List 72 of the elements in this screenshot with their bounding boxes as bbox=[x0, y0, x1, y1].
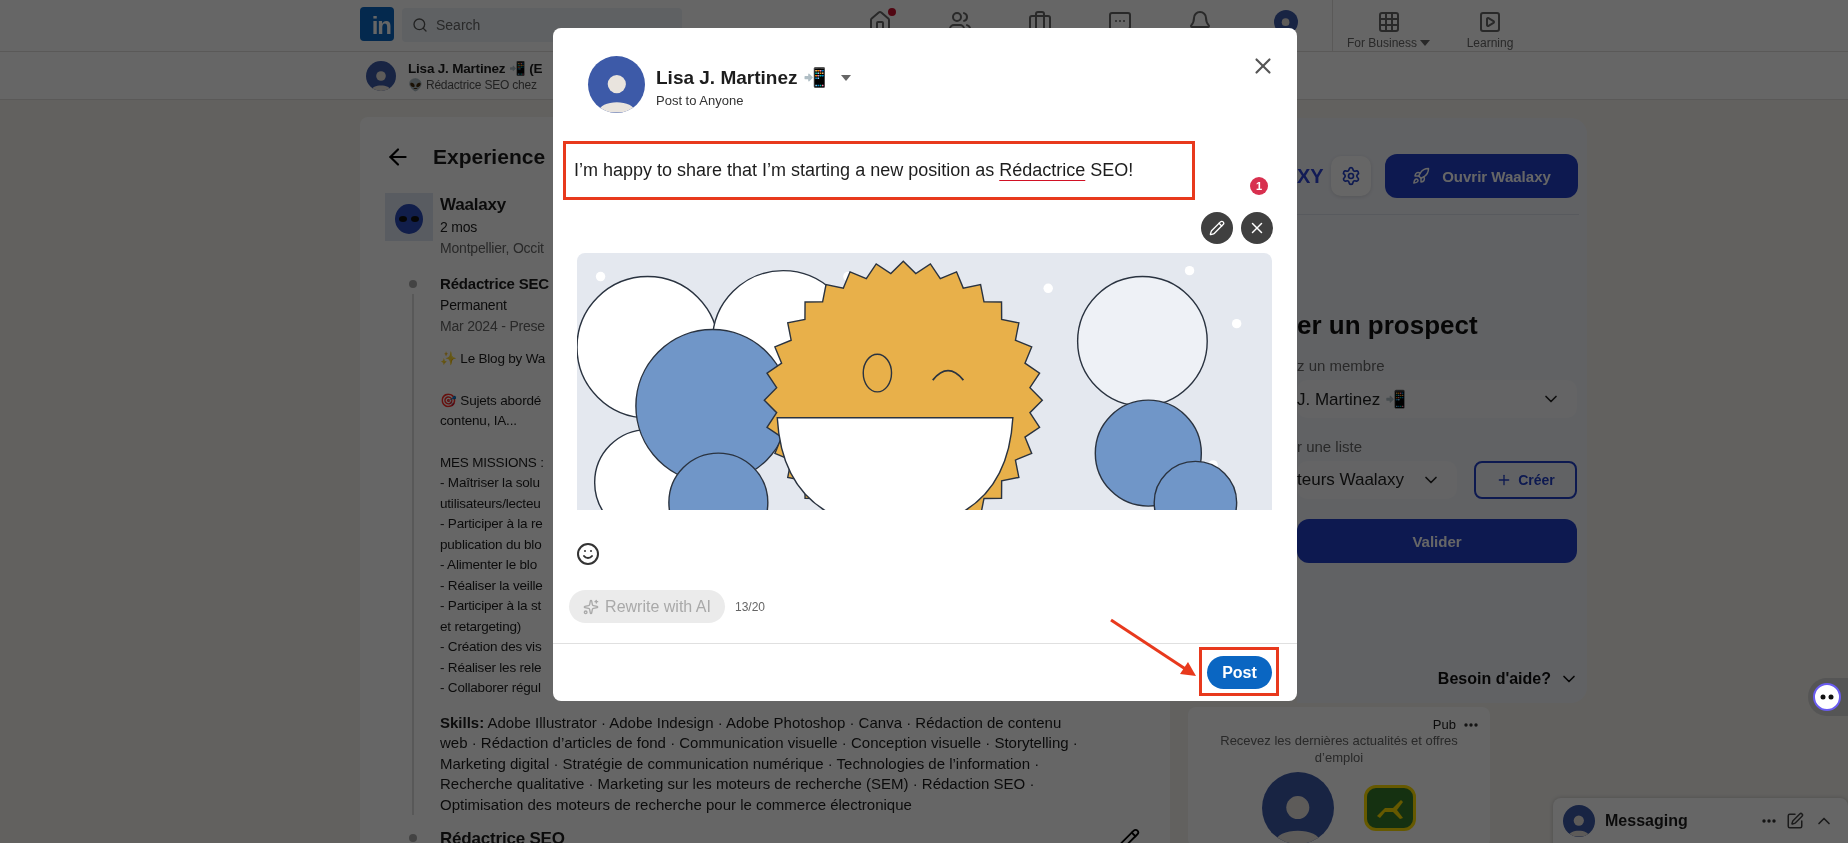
settings-icon bbox=[1341, 166, 1361, 186]
remove-image-button[interactable] bbox=[1241, 212, 1273, 245]
compose-icon bbox=[1786, 812, 1804, 830]
profile-avatar bbox=[366, 60, 396, 91]
audience-label[interactable]: Post to Anyone bbox=[656, 93, 851, 108]
caret-icon bbox=[840, 74, 851, 81]
field-label: z un membre bbox=[1297, 357, 1386, 374]
learning-button[interactable]: Learning bbox=[1444, 0, 1536, 52]
sparkle-icon bbox=[583, 598, 600, 615]
edit-button[interactable] bbox=[1201, 212, 1233, 245]
timeline-dot bbox=[408, 834, 417, 842]
description-line: utilisateurs/lecteu bbox=[440, 494, 541, 513]
settings-button[interactable] bbox=[1331, 156, 1371, 196]
field-label: r une liste bbox=[1297, 438, 1364, 455]
grid-icon bbox=[1376, 10, 1401, 34]
create-button[interactable]: Créer bbox=[1474, 461, 1577, 499]
emoji-button[interactable] bbox=[576, 542, 600, 566]
description-line: ✨ Le Blog by Wa bbox=[440, 350, 546, 368]
company-name: Waalaxy bbox=[440, 194, 506, 216]
ad-text: Recevez les dernières actualités et offres d’emploi bbox=[1219, 732, 1459, 766]
more-icon bbox=[1762, 819, 1776, 823]
submit-button[interactable]: Valider bbox=[1297, 519, 1577, 563]
description-line: - Création des vis bbox=[440, 638, 542, 656]
section-title: Experience bbox=[433, 145, 546, 169]
description-line: - Participer à la re bbox=[440, 515, 543, 533]
description-line: - Collaborer régul bbox=[440, 679, 541, 697]
panel-heading: er un prospect bbox=[1297, 310, 1479, 341]
rocket-icon bbox=[1412, 167, 1431, 185]
compose-button[interactable] bbox=[1786, 812, 1804, 830]
description-line: - Réaliser les rele bbox=[440, 658, 542, 677]
description-line: 🎯 Sujets abordé bbox=[440, 391, 542, 410]
ad-label: Pub bbox=[1432, 717, 1456, 732]
video-icon bbox=[1478, 10, 1502, 34]
description-line: - Alimenter le blo bbox=[440, 556, 537, 574]
search-icon bbox=[412, 17, 428, 33]
messaging-button[interactable]: Messaging bbox=[1605, 812, 1752, 830]
company-logo bbox=[385, 193, 433, 241]
help-button[interactable]: Besoin d'aide? bbox=[1437, 669, 1579, 689]
company-logo bbox=[1364, 785, 1416, 831]
pencil-icon bbox=[1209, 220, 1225, 237]
extension-launcher[interactable] bbox=[1808, 678, 1848, 716]
notification-badge[interactable]: 1 bbox=[1250, 177, 1268, 195]
description-line: et retargeting) bbox=[440, 617, 522, 636]
position-title: Rédactrice SEC bbox=[440, 274, 549, 294]
profile-headline: 👽 Rédactrice SEO chez bbox=[408, 77, 537, 92]
character-count: 13/20 bbox=[735, 599, 766, 614]
position-dates: Mar 2024 - Prese bbox=[440, 317, 545, 336]
author-avatar bbox=[588, 56, 645, 113]
timeline-dot bbox=[408, 280, 417, 288]
post-button[interactable]: Post bbox=[1207, 656, 1272, 689]
more-icon[interactable] bbox=[1464, 722, 1478, 727]
profile-name: Lisa J. Martinez 📲 (E bbox=[408, 59, 543, 76]
profile-avatar bbox=[1563, 805, 1595, 837]
description-line: MES MISSIONS : bbox=[440, 453, 544, 472]
company-duration: 2 mos bbox=[440, 218, 478, 237]
bot-face-icon bbox=[1813, 683, 1841, 711]
description-line: - Maîtriser la solu bbox=[440, 474, 540, 492]
description-line: - Participer à la st bbox=[440, 597, 542, 615]
description-line: publication du blo bbox=[440, 535, 542, 554]
skills-text: Skills: Adobe Illustrator · Adobe Indesign · Adobe Photoshop · Canva · Rédaction de contenu web · Rédaction d’articles de fond · Communication visuelle · Conception visuelle · Storytelling · Marketing digital · Stratégie de communication numérique · Technologies de l’information · Recherche qualitative · Marketing sur les moteurs de recherche (SEM) · Rédaction SEO · Optimisation des moteurs de recherche pour le commerce électronique bbox=[440, 712, 1079, 815]
description-line: - Réaliser la veille bbox=[440, 576, 543, 595]
company-location: Montpellier, Occit bbox=[440, 239, 544, 258]
more-button[interactable] bbox=[1762, 819, 1776, 823]
notification-dot bbox=[886, 6, 898, 18]
open-app-button[interactable]: Ouvrir Waalaxy bbox=[1385, 154, 1578, 198]
description-line: contenu, IA... bbox=[440, 412, 517, 430]
caret-icon bbox=[1420, 40, 1430, 46]
employment-type: Permanent bbox=[440, 296, 507, 315]
linkedin-logo[interactable]: in bbox=[360, 7, 394, 41]
smiley-icon bbox=[576, 542, 600, 566]
author-name[interactable]: Lisa J. Martinez 📲 bbox=[656, 66, 827, 89]
post-text[interactable]: I’m happy to share that I’m starting a new position as Rédactrice SEO! bbox=[574, 160, 1134, 182]
